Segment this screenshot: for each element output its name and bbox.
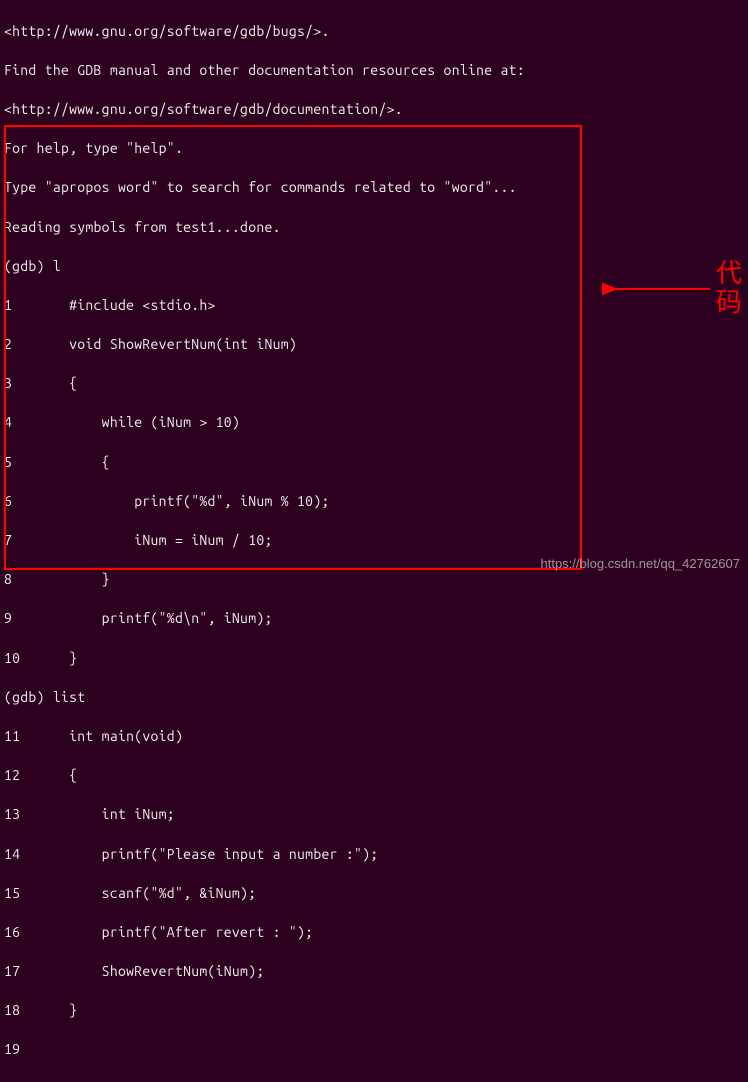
src-line-7: 7 iNum = iNum / 10; xyxy=(4,531,744,551)
src-line-19: 19 xyxy=(4,1040,744,1060)
gdb-doc-url: <http://www.gnu.org/software/gdb/documen… xyxy=(4,100,744,120)
src-line-5: 5 { xyxy=(4,453,744,473)
src-line-8: 8 } xyxy=(4,570,744,590)
src-line-13: 13 int iNum; xyxy=(4,805,744,825)
src-line-6: 6 printf("%d", iNum % 10); xyxy=(4,492,744,512)
terminal-output[interactable]: <http://www.gnu.org/software/gdb/bugs/>.… xyxy=(0,0,748,1082)
src-line-15: 15 scanf("%d", &iNum); xyxy=(4,884,744,904)
src-line-17: 17 ShowRevertNum(iNum); xyxy=(4,962,744,982)
gdb-manual-hint: Find the GDB manual and other documentat… xyxy=(4,61,744,81)
apropos-hint: Type "apropos word" to search for comman… xyxy=(4,178,744,198)
gdb-prompt-list: (gdb) list xyxy=(4,688,744,708)
annotation-label: 代码 xyxy=(716,260,742,317)
src-line-18: 18 } xyxy=(4,1001,744,1021)
src-line-4: 4 while (iNum > 10) xyxy=(4,413,744,433)
watermark: https://blog.csdn.net/qq_42762607 xyxy=(541,555,741,573)
src-line-2: 2 void ShowRevertNum(int iNum) xyxy=(4,335,744,355)
src-line-11: 11 int main(void) xyxy=(4,727,744,747)
annotation: 代码 xyxy=(602,260,742,317)
src-line-14: 14 printf("Please input a number :"); xyxy=(4,845,744,865)
src-line-12: 12 { xyxy=(4,766,744,786)
src-line-10: 10 } xyxy=(4,649,744,669)
gdb-bugs-url: <http://www.gnu.org/software/gdb/bugs/>. xyxy=(4,22,744,42)
reading-symbols: Reading symbols from test1...done. xyxy=(4,218,744,238)
src-line-16: 16 printf("After revert : "); xyxy=(4,923,744,943)
arrow-left-icon xyxy=(602,271,712,307)
src-line-9: 9 printf("%d\n", iNum); xyxy=(4,609,744,629)
src-line-3: 3 { xyxy=(4,374,744,394)
help-hint: For help, type "help". xyxy=(4,139,744,159)
